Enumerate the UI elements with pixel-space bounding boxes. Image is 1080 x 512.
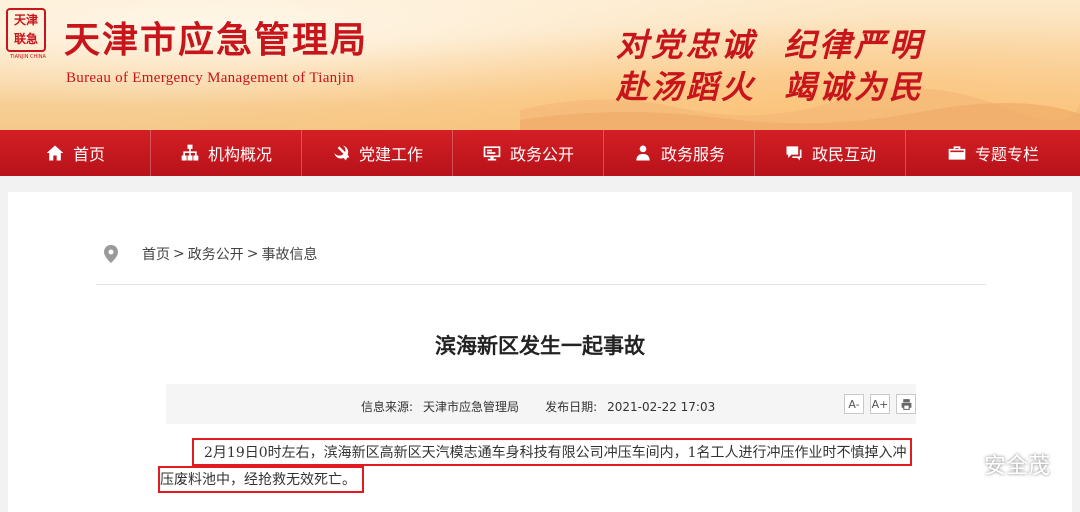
breadcrumb-current[interactable]: 事故信息 bbox=[261, 244, 317, 264]
slogan-line-1: 对党忠诚 纪律严明 bbox=[616, 26, 925, 64]
nav-item-org[interactable]: 机构概况 bbox=[151, 130, 302, 176]
briefcase-icon bbox=[948, 146, 966, 160]
nav-item-gov-service[interactable]: 政务服务 bbox=[604, 130, 755, 176]
font-larger-button[interactable]: A+ bbox=[870, 394, 890, 414]
article-tools: A- A+ bbox=[838, 394, 916, 414]
person-icon bbox=[636, 145, 650, 161]
article-meta-bar: 信息来源: 天津市应急管理局 发布日期: 2021-02-22 17:03 A- A+ bbox=[166, 384, 916, 424]
article-title: 滨海新区发生一起事故 bbox=[435, 334, 645, 358]
breadcrumb-home[interactable]: 首页 bbox=[142, 244, 170, 264]
site-subtitle: Bureau of Emergency Management of Tianji… bbox=[66, 70, 355, 86]
main-nav: 首页 机构概况 党建工作 政务公开 政务服务 政民互动 专题专栏 bbox=[0, 130, 1080, 176]
nav-item-gov-affairs[interactable]: 政务公开 bbox=[453, 130, 604, 176]
date-label: 发布日期: bbox=[545, 400, 598, 414]
nav-item-party[interactable]: 党建工作 bbox=[302, 130, 453, 176]
divider bbox=[96, 284, 986, 285]
party-emblem-icon bbox=[334, 145, 350, 161]
breadcrumb-separator: > bbox=[246, 246, 259, 262]
chat-icon bbox=[786, 146, 802, 161]
source-value: 天津市应急管理局 bbox=[423, 400, 520, 414]
source-label: 信息来源: bbox=[361, 400, 414, 414]
print-button[interactable] bbox=[896, 394, 916, 414]
breadcrumb: 首页 > 政务公开 > 事故信息 bbox=[104, 244, 317, 264]
site-title[interactable]: 天津市应急管理局 bbox=[64, 18, 368, 62]
location-pin-icon bbox=[104, 245, 118, 263]
nav-item-special[interactable]: 专题专栏 bbox=[906, 130, 1080, 176]
nav-item-interaction[interactable]: 政民互动 bbox=[755, 130, 906, 176]
header-banner: 天津 联急 TIANJIN CHINA 天津市应急管理局 Bureau of E… bbox=[0, 0, 1080, 130]
font-smaller-button[interactable]: A- bbox=[844, 394, 864, 414]
date-value: 2021-02-22 17:03 bbox=[607, 400, 716, 414]
highlight-box bbox=[158, 466, 364, 493]
home-icon bbox=[46, 145, 64, 161]
monitor-icon bbox=[483, 146, 501, 161]
nav-item-home[interactable]: 首页 bbox=[0, 130, 151, 176]
watermark: 安全茂 bbox=[947, 448, 1050, 480]
breadcrumb-section[interactable]: 政务公开 bbox=[188, 244, 244, 264]
breadcrumb-separator: > bbox=[173, 246, 185, 262]
org-chart-icon bbox=[181, 144, 199, 161]
seal-logo: 天津 联急 bbox=[6, 8, 46, 52]
wechat-icon bbox=[947, 452, 977, 475]
print-icon bbox=[901, 398, 911, 410]
article-meta: 信息来源: 天津市应急管理局 发布日期: 2021-02-22 17:03 bbox=[361, 398, 715, 415]
seal-caption: TIANJIN CHINA bbox=[10, 54, 46, 60]
slogan-line-2: 赴汤蹈火 竭诚为民 bbox=[616, 68, 925, 106]
highlight-box bbox=[192, 438, 912, 466]
